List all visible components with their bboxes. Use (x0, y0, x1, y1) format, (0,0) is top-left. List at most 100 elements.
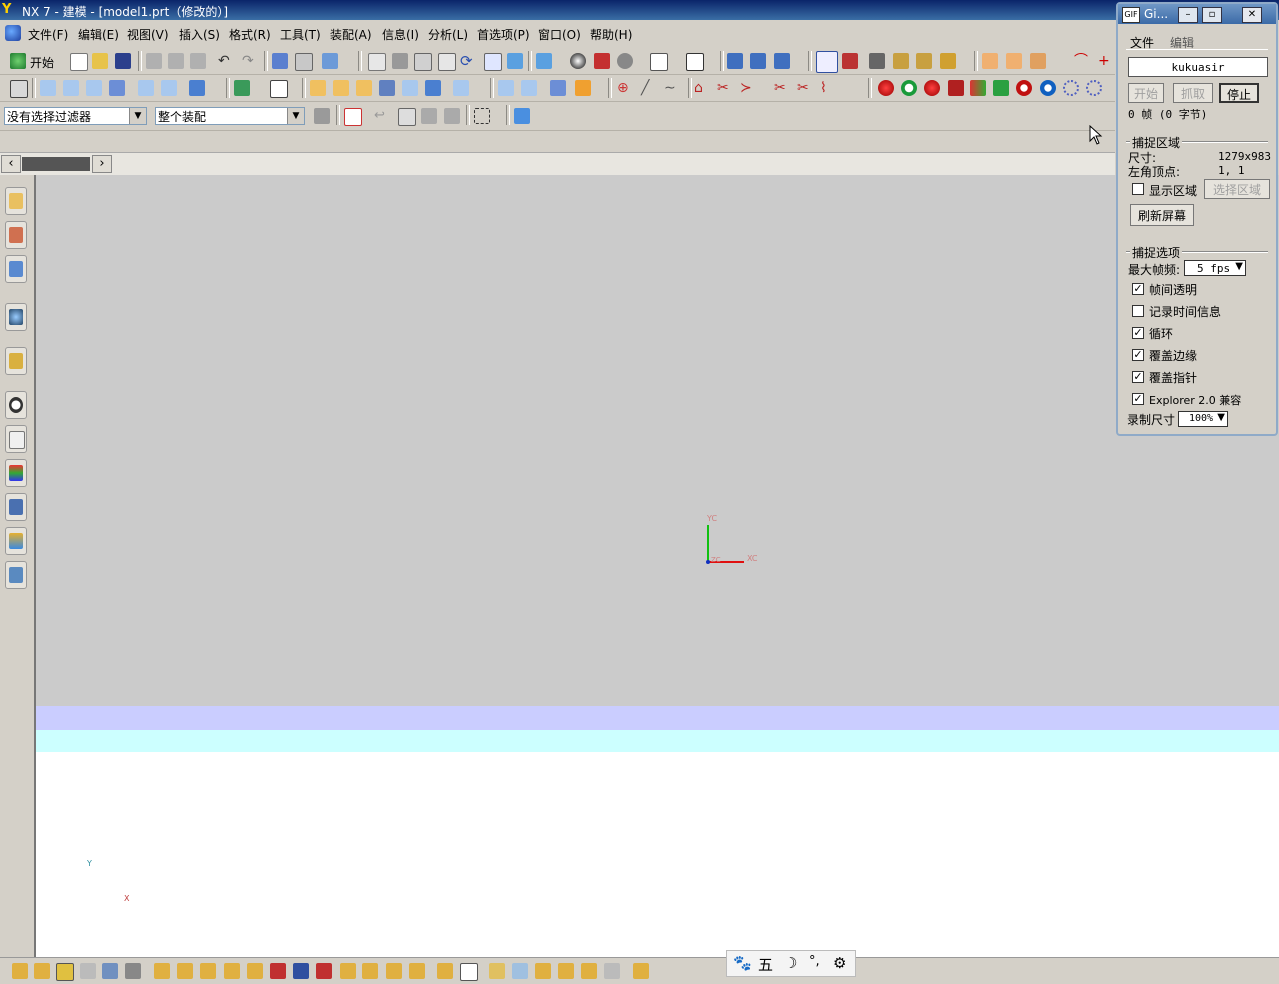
copy-icon[interactable] (168, 53, 184, 69)
moon-icon[interactable]: ☽ (784, 954, 797, 972)
bottom-tool-15-icon[interactable] (340, 963, 356, 979)
measure-body-icon[interactable] (916, 53, 932, 69)
bottom-tool-6-icon[interactable] (125, 963, 141, 979)
layout-icon[interactable] (295, 53, 313, 71)
menu-assembly[interactable]: 装配(A) (330, 26, 372, 43)
bottom-tool-17-icon[interactable] (386, 963, 402, 979)
bottom-tool-18-icon[interactable] (409, 963, 425, 979)
view-layout-icon[interactable] (650, 53, 668, 71)
bottom-tool-27-icon[interactable] (633, 963, 649, 979)
zoom-window-icon[interactable] (392, 53, 408, 69)
bottom-tool-5-icon[interactable] (102, 963, 118, 979)
paste-icon[interactable] (190, 53, 206, 69)
graphics-window[interactable]: YC XC ZC Y X (36, 175, 1279, 957)
gif-select-region-button[interactable]: 选择区域 (1204, 179, 1270, 199)
pan-icon[interactable] (484, 53, 502, 71)
background-icon[interactable] (686, 53, 704, 71)
analysis-icon[interactable] (940, 53, 956, 69)
punctuation-icon[interactable]: °, (809, 954, 820, 969)
chevron-down-icon[interactable]: ▼ (287, 108, 304, 124)
new-file-icon[interactable] (70, 53, 88, 71)
chamfer-icon[interactable] (333, 80, 349, 96)
menu-tools[interactable]: 工具(T) (280, 26, 321, 43)
edge-blend-icon[interactable] (310, 80, 326, 96)
resource-roles[interactable] (5, 459, 27, 487)
gif-show-region-checkbox[interactable] (1132, 183, 1144, 195)
wcs-icon[interactable] (727, 53, 743, 69)
resource-process-studio[interactable] (5, 493, 27, 521)
revolve-icon[interactable] (63, 80, 79, 96)
open-folder-icon[interactable] (92, 53, 108, 69)
gif-record-size-select[interactable]: 100% ▼ (1178, 411, 1228, 427)
start-button[interactable]: 开始 (30, 54, 54, 71)
bottom-tool-25-icon[interactable] (581, 963, 597, 979)
zoom-icon[interactable] (414, 53, 432, 71)
component-icon[interactable] (1006, 53, 1022, 69)
bottom-tool-26-icon[interactable] (604, 963, 620, 979)
bottom-tool-8-icon[interactable] (177, 963, 193, 979)
gif-cover-edges-checkbox[interactable]: ✓ (1132, 349, 1144, 361)
measure-angle-icon[interactable] (893, 53, 909, 69)
gif-refresh-button[interactable]: 刷新屏幕 (1130, 204, 1194, 226)
undo-icon[interactable]: ↶ (218, 53, 234, 69)
resource-web-browser[interactable] (5, 347, 27, 375)
point-icon[interactable]: ⊕ (617, 80, 633, 96)
rendering-style-icon[interactable] (536, 53, 552, 69)
undo-select-icon[interactable]: ↩ (374, 108, 390, 124)
sweep-icon[interactable] (86, 80, 102, 96)
gear-icon[interactable]: ⚙ (833, 954, 846, 972)
redo-icon[interactable]: ↷ (242, 53, 258, 69)
assembly-scope-select[interactable]: 整个装配 ▼ (155, 107, 305, 125)
gif-record-time-checkbox[interactable] (1132, 305, 1144, 317)
bottom-tool-14-icon[interactable] (316, 963, 332, 979)
menu-insert[interactable]: 插入(S) (179, 26, 220, 43)
bottom-tool-3-icon[interactable] (56, 963, 74, 981)
measure-distance-icon[interactable] (869, 53, 885, 69)
close-icon[interactable]: ✕ (1242, 7, 1262, 23)
red-torus-icon[interactable] (1016, 80, 1032, 96)
bottom-tool-23-icon[interactable] (535, 963, 551, 979)
bottom-tool-24-icon[interactable] (558, 963, 574, 979)
intersect-icon[interactable]: + (1098, 53, 1114, 69)
bottom-tool-4-icon[interactable] (80, 963, 96, 979)
menu-information[interactable]: 信息(I) (382, 26, 419, 43)
selection-filter-select[interactable]: 没有选择过滤器 ▼ (4, 107, 147, 125)
section-icon[interactable] (594, 53, 610, 69)
draft-icon[interactable] (379, 80, 395, 96)
bottom-tool-12-icon[interactable] (270, 963, 286, 979)
cube-icon[interactable] (189, 80, 205, 96)
repeat-command-icon[interactable] (272, 53, 288, 69)
select-feature-icon[interactable] (398, 108, 416, 126)
resource-system-scene[interactable] (5, 561, 27, 589)
curve-edit-icon[interactable]: ⌂ (694, 80, 710, 96)
menu-preferences[interactable]: 首选项(P) (477, 26, 530, 43)
resource-history[interactable] (5, 391, 27, 419)
extrude-icon[interactable] (40, 80, 56, 96)
paw-icon[interactable]: 🐾 (733, 954, 752, 972)
constraint-icon[interactable] (1030, 53, 1046, 69)
filter-settings-icon[interactable] (314, 108, 330, 124)
minimize-icon[interactable]: – (1178, 7, 1198, 23)
menu-view[interactable]: 视图(V) (127, 26, 169, 43)
bottom-tool-16-icon[interactable] (362, 963, 378, 979)
fit-view-icon[interactable] (368, 53, 386, 71)
wcs-origin-icon[interactable] (750, 53, 766, 69)
line-icon[interactable]: ╱ (641, 80, 657, 96)
bottom-tool-9-icon[interactable] (200, 963, 216, 979)
restore-icon[interactable]: ▫ (1202, 7, 1222, 23)
zoom-in-out-icon[interactable] (438, 53, 456, 71)
offset-face-icon[interactable] (402, 80, 418, 96)
resource-constraint-navigator[interactable] (5, 221, 27, 249)
chevron-down-icon[interactable]: ▼ (129, 108, 146, 124)
rectangle-select-icon[interactable] (474, 108, 490, 124)
resource-reuse-library[interactable] (5, 303, 27, 331)
bottom-tool-7-icon[interactable] (154, 963, 170, 979)
red-star-icon[interactable] (924, 80, 940, 96)
red-burst-icon[interactable] (878, 80, 894, 96)
pattern-icon[interactable] (425, 80, 441, 96)
view-orient-icon[interactable] (507, 53, 523, 69)
thicken-icon[interactable] (550, 80, 566, 96)
bottom-tool-11-icon[interactable] (247, 963, 263, 979)
dotted-ring-icon[interactable] (1086, 80, 1102, 96)
offset-curve-icon[interactable]: ≻ (740, 80, 756, 96)
